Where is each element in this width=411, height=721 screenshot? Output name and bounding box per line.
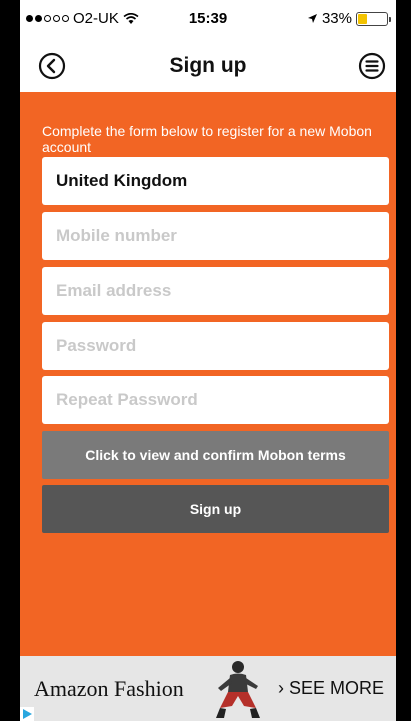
location-arrow-icon xyxy=(307,14,317,23)
sign-up-button[interactable]: Sign up xyxy=(42,485,389,533)
phone-screen: O2-UK 15:39 33% Sign up Complete the for… xyxy=(20,0,396,721)
nav-bar: Sign up xyxy=(20,40,396,92)
status-right: 33% xyxy=(307,10,391,27)
password-field[interactable] xyxy=(42,322,389,370)
menu-circle-icon[interactable] xyxy=(358,52,386,80)
status-bar: O2-UK 15:39 33% xyxy=(20,0,396,40)
battery-percent: 33% xyxy=(321,10,352,27)
ad-brand: Amazon Fashion xyxy=(34,676,184,701)
page-title: Sign up xyxy=(169,54,247,77)
country-value: United Kingdom xyxy=(56,171,188,190)
mobile-number-field[interactable] xyxy=(42,212,389,260)
sign-up-label: Sign up xyxy=(189,501,242,517)
battery-icon xyxy=(356,11,391,26)
ad-choices-icon[interactable] xyxy=(20,707,34,721)
battery-cap xyxy=(389,16,391,22)
email-field[interactable] xyxy=(42,267,389,315)
repeat-password-field[interactable] xyxy=(42,376,389,424)
battery-level xyxy=(358,13,368,24)
fashion-model-image xyxy=(216,661,260,718)
ad-see-more-link[interactable]: › SEE MORE xyxy=(278,678,384,699)
view-terms-label: Click to view and confirm Mobon terms xyxy=(85,447,346,463)
intro-text: Complete the form below to register for … xyxy=(42,123,372,155)
country-select[interactable]: United Kingdom xyxy=(42,157,389,205)
view-terms-button[interactable]: Click to view and confirm Mobon terms xyxy=(42,431,389,479)
ad-banner[interactable]: Amazon Fashion › SEE MORE xyxy=(20,656,396,721)
